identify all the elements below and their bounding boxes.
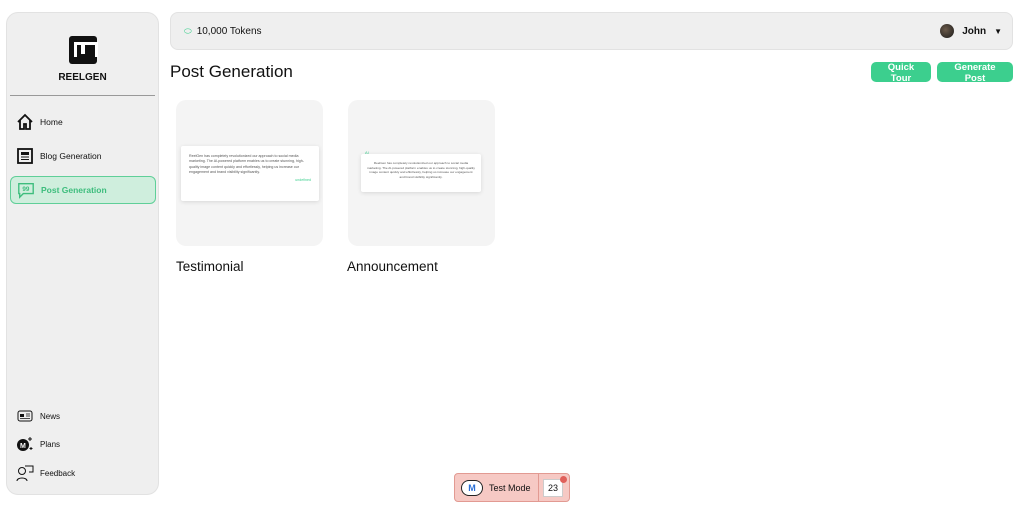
generate-post-button[interactable]: Generate Post xyxy=(937,62,1013,84)
app-logo-icon: M xyxy=(461,479,483,496)
sidebar-item-label: Home xyxy=(40,117,63,127)
test-mode-badge[interactable]: M Test Mode 23 xyxy=(454,473,570,502)
sidebar-item-label: Post Generation xyxy=(41,185,107,195)
template-title: Announcement xyxy=(347,259,438,274)
template-title: Testimonial xyxy=(176,259,244,274)
divider xyxy=(538,474,539,501)
tokens-icon: ⬭ xyxy=(184,26,192,36)
sidebar-item-news[interactable]: News xyxy=(10,402,156,430)
sidebar-item-label: Plans xyxy=(40,439,61,449)
quick-tour-button[interactable]: Quick Tour xyxy=(871,62,931,84)
svg-text:M: M xyxy=(20,443,26,450)
feedback-icon xyxy=(16,464,34,482)
sidebar-item-post-generation[interactable]: 99 Post Generation xyxy=(10,176,156,204)
sidebar-item-label: Feedback xyxy=(40,468,76,478)
user-name: John xyxy=(962,25,987,37)
chevron-down-icon: ▼ xyxy=(994,26,1002,36)
top-bar: ⬭ 10,000 Tokens John ▼ xyxy=(170,12,1013,50)
sidebar-item-label: Blog Generation xyxy=(40,151,102,161)
sidebar-item-feedback[interactable]: Feedback xyxy=(10,459,156,487)
divider xyxy=(10,95,155,96)
quote-bubble-icon: 99 xyxy=(17,181,35,199)
tokens-label: 10,000 Tokens xyxy=(196,26,262,37)
sidebar: REELGEN Home Blog Generation 99 Post Gen… xyxy=(6,12,159,495)
sidebar-item-plans[interactable]: M Plans xyxy=(10,430,156,458)
template-preview: ReelGen has completely revolutionized ou… xyxy=(181,146,319,201)
brand-name: REELGEN xyxy=(58,72,107,83)
newspaper-icon xyxy=(16,407,34,425)
plans-icon: M xyxy=(16,435,34,453)
page-title: Post Generation xyxy=(170,62,293,81)
preview-text: ReelGen has completely revolutionized ou… xyxy=(367,161,475,179)
preview-text: ReelGen has completely revolutionized ou… xyxy=(189,154,304,175)
preview-author: undefined xyxy=(295,177,311,182)
home-icon xyxy=(16,113,34,131)
sidebar-item-blog-generation[interactable]: Blog Generation xyxy=(10,142,156,170)
token-balance: ⬭ 10,000 Tokens xyxy=(184,26,262,37)
notification-dot xyxy=(560,476,567,483)
template-card-testimonial[interactable]: ReelGen has completely revolutionized ou… xyxy=(176,100,323,246)
avatar xyxy=(940,24,955,38)
template-preview: ReelGen has completely revolutionized ou… xyxy=(361,154,481,192)
svg-text:99: 99 xyxy=(22,186,30,193)
sidebar-item-home[interactable]: Home xyxy=(10,108,156,136)
template-card-announcement[interactable]: AI ReelGen has completely revolutionized… xyxy=(348,100,495,246)
document-icon xyxy=(16,147,34,165)
reelgen-logo xyxy=(69,36,98,64)
test-mode-label: Test Mode xyxy=(489,482,531,493)
user-menu[interactable]: John ▼ xyxy=(940,24,1002,38)
sidebar-item-label: News xyxy=(40,411,61,421)
